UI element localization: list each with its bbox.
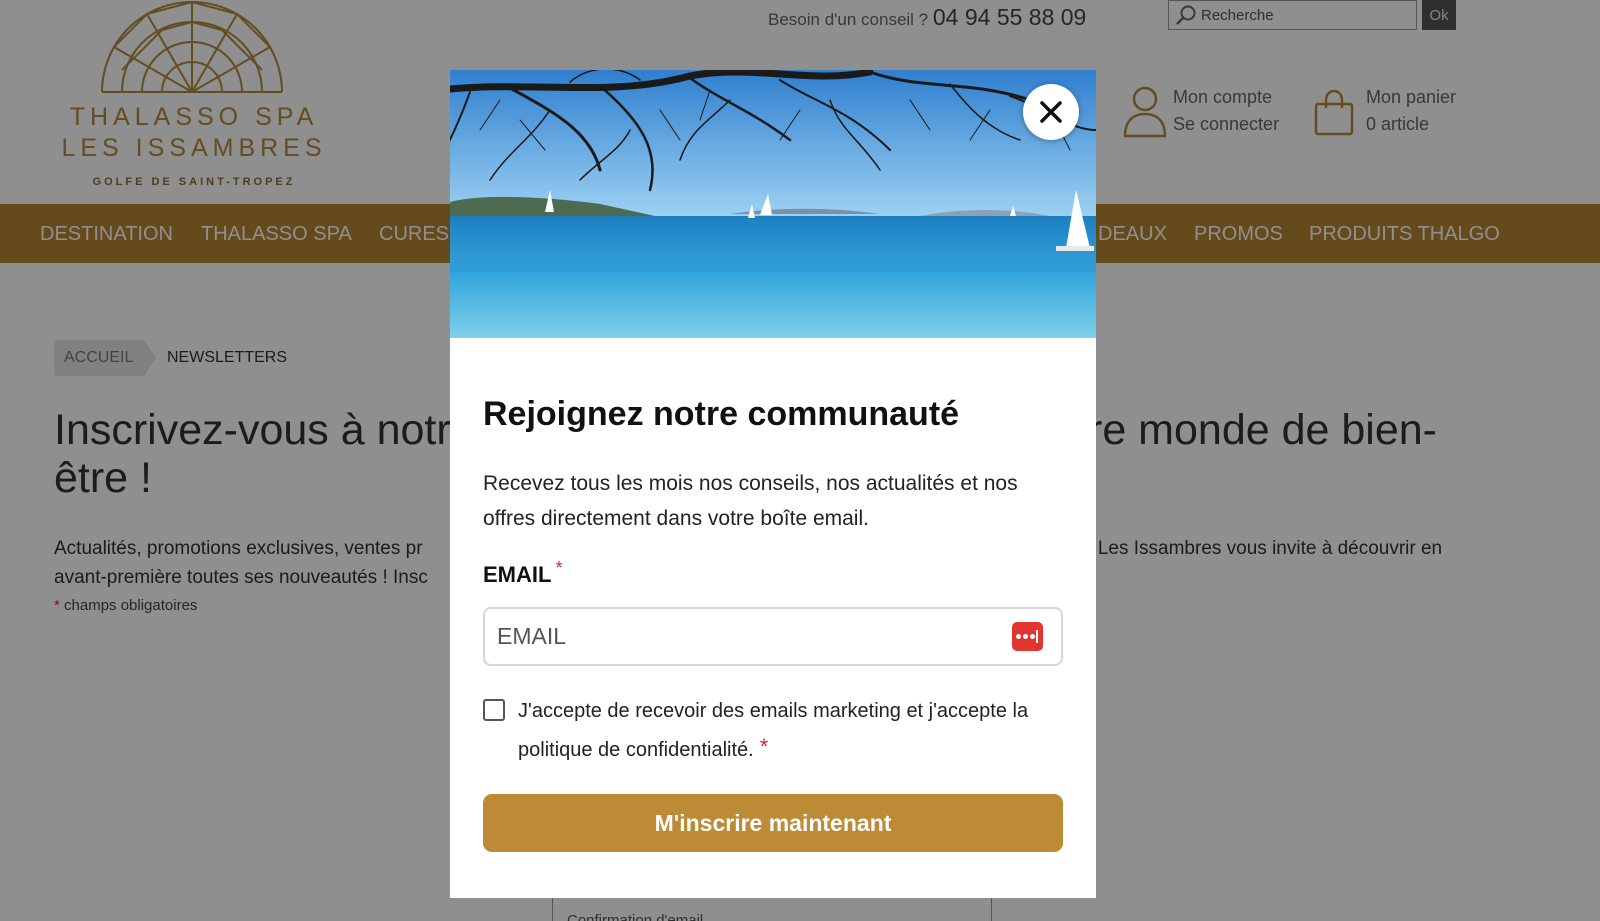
close-icon: [1040, 101, 1062, 123]
consent-text-line1[interactable]: J'accepte de recevoir des emails marketi…: [518, 700, 1028, 723]
email-label: EMAIL *: [483, 558, 562, 588]
email-input[interactable]: [497, 609, 987, 664]
consent-required-mark: *: [759, 734, 769, 759]
consent-text-line2-label: politique de confidentialité.: [518, 739, 754, 761]
modal-description: Recevez tous les mois nos conseils, nos …: [483, 472, 1018, 530]
modal-close-button[interactable]: [1023, 84, 1079, 140]
email-field: [483, 607, 1063, 666]
password-manager-icon[interactable]: [1012, 622, 1043, 651]
newsletter-modal: Rejoignez notre communauté Recevez tous …: [450, 70, 1096, 898]
consent-checkbox[interactable]: [483, 699, 505, 721]
beach-photo: [450, 70, 1096, 338]
email-label-text: EMAIL: [483, 562, 552, 587]
consent-text-line2[interactable]: politique de confidentialité. *: [518, 734, 769, 762]
required-mark: *: [555, 558, 563, 578]
subscribe-button[interactable]: M'inscrire maintenant: [483, 794, 1063, 852]
modal-title: Rejoignez notre communauté: [483, 395, 960, 433]
